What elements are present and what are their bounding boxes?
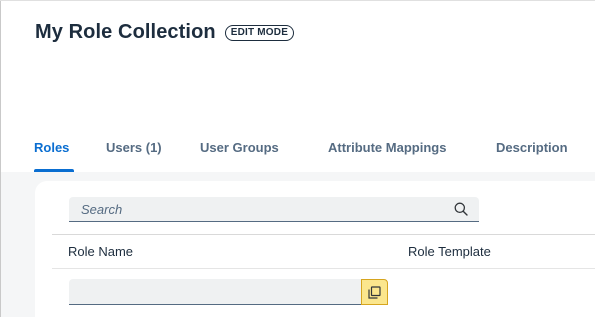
role-name-value-help — [69, 279, 388, 305]
edit-mode-badge: EDIT MODE — [224, 24, 295, 41]
role-collection-page: My Role Collection EDIT MODE Roles Users… — [0, 0, 595, 317]
table-header-divider-top — [52, 234, 595, 235]
table-header-divider-bottom — [52, 268, 595, 269]
tab-bar: Roles Users (1) User Groups Attribute Ma… — [34, 138, 586, 172]
search-icon[interactable] — [453, 201, 469, 217]
search-input[interactable] — [81, 199, 453, 219]
column-header-role-template: Role Template — [408, 244, 491, 259]
tab-user-groups[interactable]: User Groups — [200, 138, 294, 172]
page-title: My Role Collection — [35, 21, 216, 43]
role-name-input[interactable] — [69, 279, 361, 305]
roles-table-card: Role Name Role Template — [35, 181, 595, 317]
title-row: My Role Collection EDIT MODE — [35, 21, 295, 44]
tab-roles[interactable]: Roles — [34, 138, 74, 172]
tab-description[interactable]: Description — [496, 138, 586, 172]
tab-users[interactable]: Users (1) — [106, 138, 170, 172]
object-page-header: My Role Collection EDIT MODE Roles Users… — [1, 1, 595, 172]
tab-attribute-mappings[interactable]: Attribute Mappings — [328, 138, 464, 172]
column-header-role-name: Role Name — [68, 244, 134, 259]
tab-content-area: Role Name Role Template — [1, 172, 595, 317]
search-field[interactable] — [69, 197, 479, 222]
value-help-icon — [368, 285, 381, 299]
value-help-button[interactable] — [361, 279, 388, 305]
